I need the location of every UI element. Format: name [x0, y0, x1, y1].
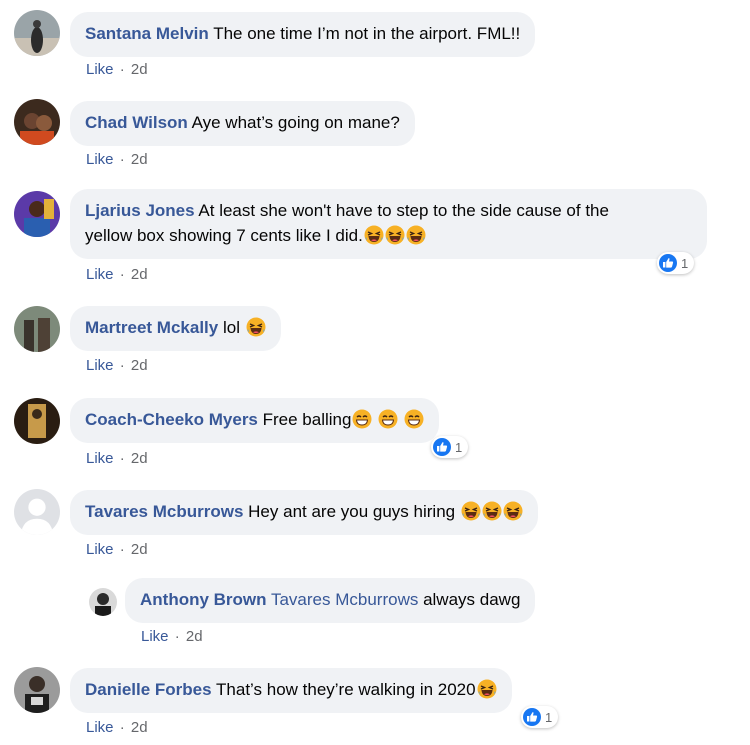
comment-bubble: Tavares Mcburrows Hey ant are you guys h…: [70, 490, 538, 535]
comment-bubble: Chad Wilson Aye what’s going on mane?: [70, 101, 415, 146]
like-link[interactable]: Like: [86, 151, 114, 168]
comment-actions: Like · 2d: [86, 266, 148, 283]
comment-text: Hey ant are you guys hiring: [248, 502, 456, 521]
avatar[interactable]: [89, 588, 117, 616]
tears-of-joy-emoji: [246, 317, 266, 337]
comment-text: lol: [222, 318, 240, 337]
comment-timestamp[interactable]: 2d: [131, 450, 148, 467]
comment-author[interactable]: Ljarius Jones: [85, 201, 195, 220]
comment-text: always dawg: [423, 590, 521, 609]
comment-bubble: Anthony Brown Tavares Mcburrows always d…: [125, 578, 536, 623]
rolling-laughing-emoji: [482, 501, 502, 521]
avatar[interactable]: [14, 10, 60, 56]
comment-author[interactable]: Martreet Mckally: [85, 318, 218, 337]
grinning-squinting-emoji: [378, 409, 398, 429]
avatar[interactable]: [14, 398, 60, 444]
comment-text: The one time I’m not in the airport. FML…: [213, 24, 521, 43]
rolling-laughing-emoji: [477, 679, 497, 699]
comment-bubble: Danielle Forbes That’s how they’re walki…: [70, 668, 512, 713]
comment-bubble: Santana Melvin The one time I’m not in t…: [70, 12, 536, 57]
comment-bubble: Ljarius Jones At least she won't have to…: [70, 189, 707, 259]
like-link[interactable]: Like: [86, 357, 114, 374]
comment-actions: Like · 2d: [86, 719, 148, 736]
comment-text: That’s how they’re walking in 2020: [216, 680, 476, 699]
avatar[interactable]: [14, 667, 60, 713]
comment-author[interactable]: Chad Wilson: [85, 113, 188, 132]
avatar[interactable]: [14, 306, 60, 352]
like-reaction-icon: [523, 708, 541, 726]
grinning-squinting-emoji: [404, 409, 424, 429]
comment-timestamp[interactable]: 2d: [131, 541, 148, 558]
comment-timestamp[interactable]: 2d: [131, 151, 148, 168]
default-profile-icon: [14, 489, 60, 535]
avatar[interactable]: [14, 191, 60, 237]
comment-text: At least she won't have to step to the s…: [198, 201, 609, 220]
comment-author[interactable]: Santana Melvin: [85, 24, 209, 43]
comment-bubble: Martreet Mckally lol: [70, 306, 281, 351]
comment-timestamp[interactable]: 2d: [131, 719, 148, 736]
user-mention-link[interactable]: Tavares Mcburrows: [271, 590, 418, 609]
rolling-laughing-emoji: [461, 501, 481, 521]
avatar[interactable]: [14, 489, 60, 535]
comment-actions: Like · 2d: [86, 357, 148, 374]
like-link[interactable]: Like: [86, 719, 114, 736]
comment-text: Aye what’s going on mane?: [191, 113, 400, 132]
like-reaction-icon: [433, 438, 451, 456]
comment-author[interactable]: Danielle Forbes: [85, 680, 212, 699]
comment-timestamp[interactable]: 2d: [186, 628, 203, 645]
comment-text: Free balling: [262, 410, 352, 429]
rolling-laughing-emoji: [385, 225, 405, 245]
comment-author[interactable]: Tavares Mcburrows: [85, 502, 243, 521]
like-link[interactable]: Like: [86, 266, 114, 283]
comment-bubble: Coach-Cheeko Myers Free balling: [70, 398, 439, 443]
reaction-count-badge[interactable]: 1: [431, 436, 469, 458]
reaction-count-badge[interactable]: 1: [657, 252, 695, 274]
comment-author[interactable]: Anthony Brown: [140, 590, 267, 609]
comment-actions: Like · 2d: [86, 151, 148, 168]
like-link[interactable]: Like: [86, 450, 114, 467]
reaction-count: 1: [681, 255, 689, 271]
comment-author[interactable]: Coach-Cheeko Myers: [85, 410, 258, 429]
like-link[interactable]: Like: [86, 541, 114, 558]
comment-timestamp[interactable]: 2d: [131, 266, 148, 283]
comment-actions: Like · 2d: [86, 61, 148, 78]
reaction-count: 1: [545, 709, 553, 725]
comment-timestamp[interactable]: 2d: [131, 61, 148, 78]
comment-actions: Like · 2d: [86, 541, 148, 558]
grinning-squinting-emoji: [352, 409, 372, 429]
like-link[interactable]: Like: [141, 628, 169, 645]
like-link[interactable]: Like: [86, 61, 114, 78]
rolling-laughing-emoji: [503, 501, 523, 521]
avatar[interactable]: [14, 99, 60, 145]
comment-actions: Like · 2d: [141, 628, 203, 645]
comment-actions: Like · 2d: [86, 450, 148, 467]
rolling-laughing-emoji: [364, 225, 384, 245]
reaction-count: 1: [455, 439, 463, 455]
reaction-count-badge[interactable]: 1: [521, 706, 559, 728]
like-reaction-icon: [659, 254, 677, 272]
comment-timestamp[interactable]: 2d: [131, 357, 148, 374]
comment-text: yellow box showing 7 cents like I did.: [85, 226, 363, 245]
rolling-laughing-emoji: [406, 225, 426, 245]
